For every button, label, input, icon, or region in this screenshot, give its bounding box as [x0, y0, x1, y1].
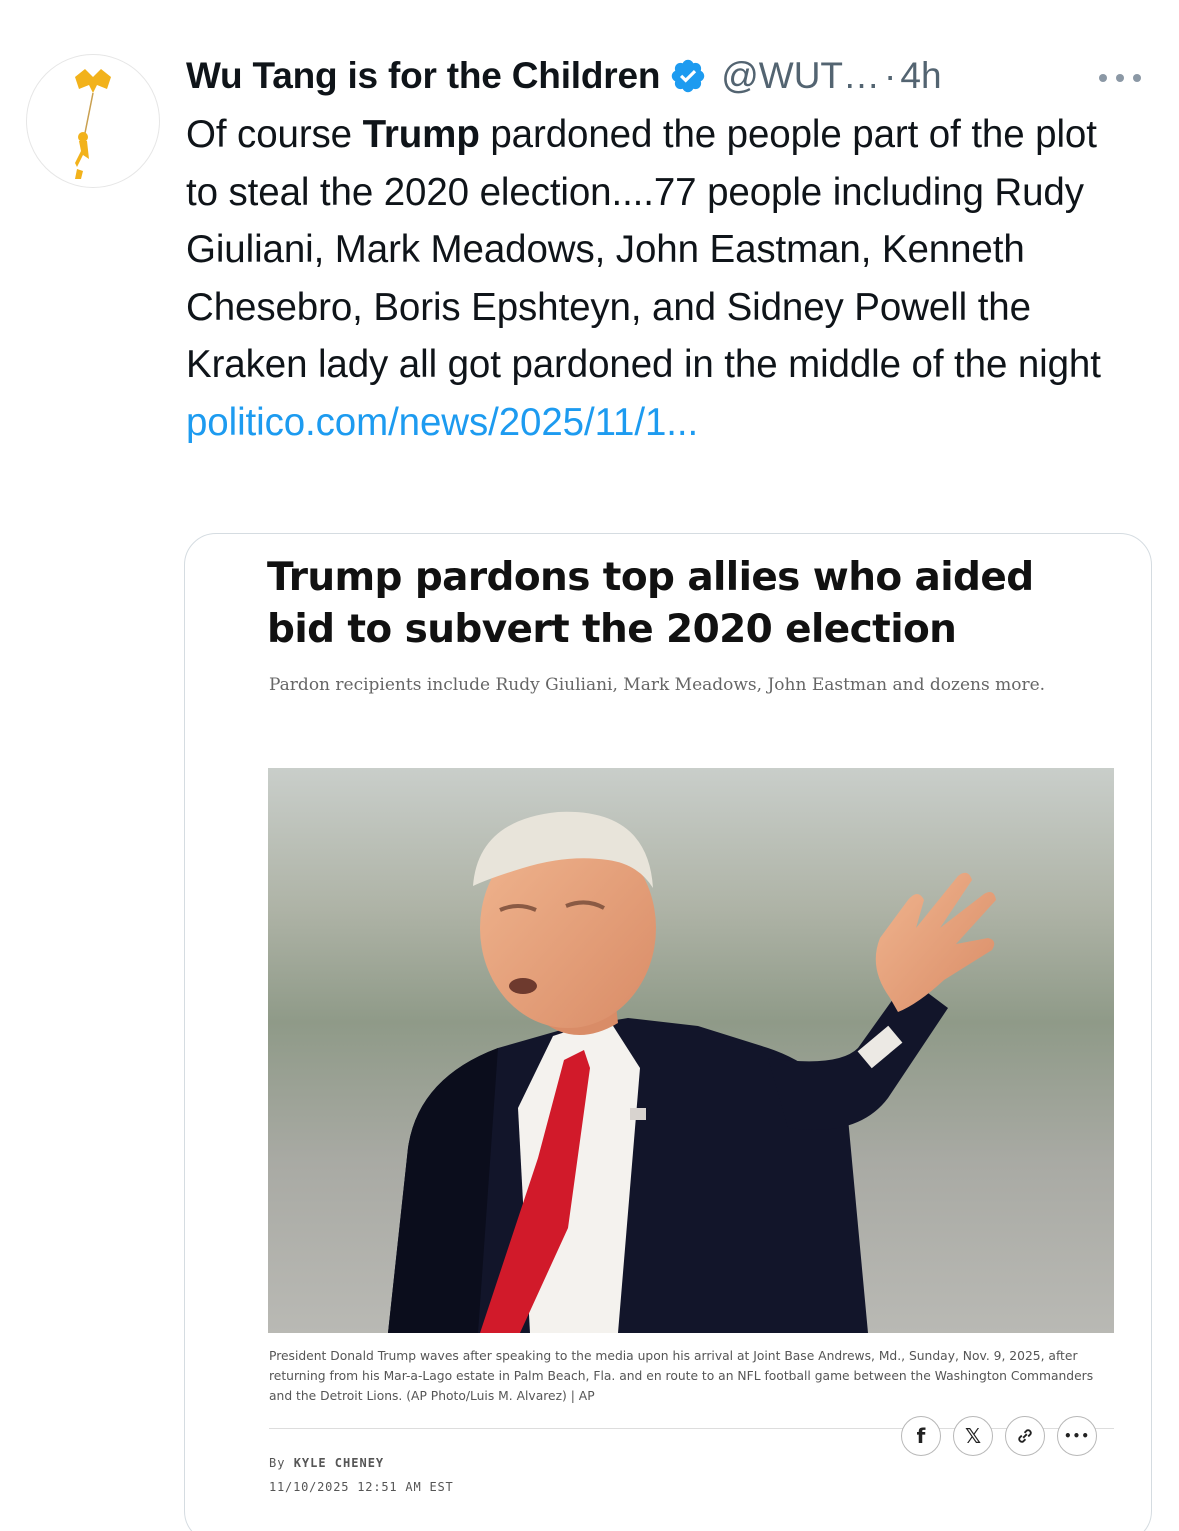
more-horizontal-icon [1099, 74, 1141, 82]
article-photo [268, 768, 1114, 1333]
x-icon: 𝕏 [964, 1424, 982, 1448]
verified-badge-icon[interactable] [669, 57, 707, 95]
article-date: 11/10/2025 12:51 AM EST [269, 1480, 454, 1494]
more-button[interactable] [1093, 58, 1147, 98]
tweet-link[interactable]: politico.com/news/2025/11/1... [186, 394, 698, 452]
tweet-text-start: Of course [186, 113, 363, 156]
facebook-icon: f [916, 1424, 926, 1448]
share-buttons: f 𝕏 ••• [901, 1416, 1097, 1456]
article-author[interactable]: KYLE CHENEY [294, 1456, 384, 1470]
copy-link-button[interactable] [1005, 1416, 1045, 1456]
article-headline: Trump pardons top allies who aided bid t… [267, 555, 1034, 652]
photo-caption: President Donald Trump waves after speak… [269, 1349, 1094, 1403]
display-name[interactable]: Wu Tang is for the Children [186, 55, 660, 97]
handle[interactable]: @WUT… [721, 55, 880, 97]
timestamp[interactable]: 4h [900, 55, 941, 97]
link-preview-card[interactable]: Trump pardons top allies who aided bid t… [184, 533, 1152, 1531]
separator-dot: · [884, 55, 897, 96]
byline-prefix: By [269, 1456, 286, 1470]
article-subheadline: Pardon recipients include Rudy Giuliani,… [269, 675, 1046, 695]
more-icon: ••• [1063, 1429, 1090, 1443]
avatar[interactable] [26, 54, 160, 188]
tweet-text: Of course Trump pardoned the people part… [186, 106, 1131, 451]
facebook-share-button[interactable]: f [901, 1416, 941, 1456]
byline: By KYLE CHENEY [269, 1456, 384, 1470]
tweet-header: Wu Tang is for the Children @WUT… · 4h [186, 52, 1151, 100]
x-share-button[interactable]: 𝕏 [953, 1416, 993, 1456]
link-icon [1018, 1429, 1032, 1443]
wu-tang-logo-icon [75, 69, 111, 179]
more-share-button[interactable]: ••• [1057, 1416, 1097, 1456]
tweet-text-bold: Trump [362, 113, 480, 156]
